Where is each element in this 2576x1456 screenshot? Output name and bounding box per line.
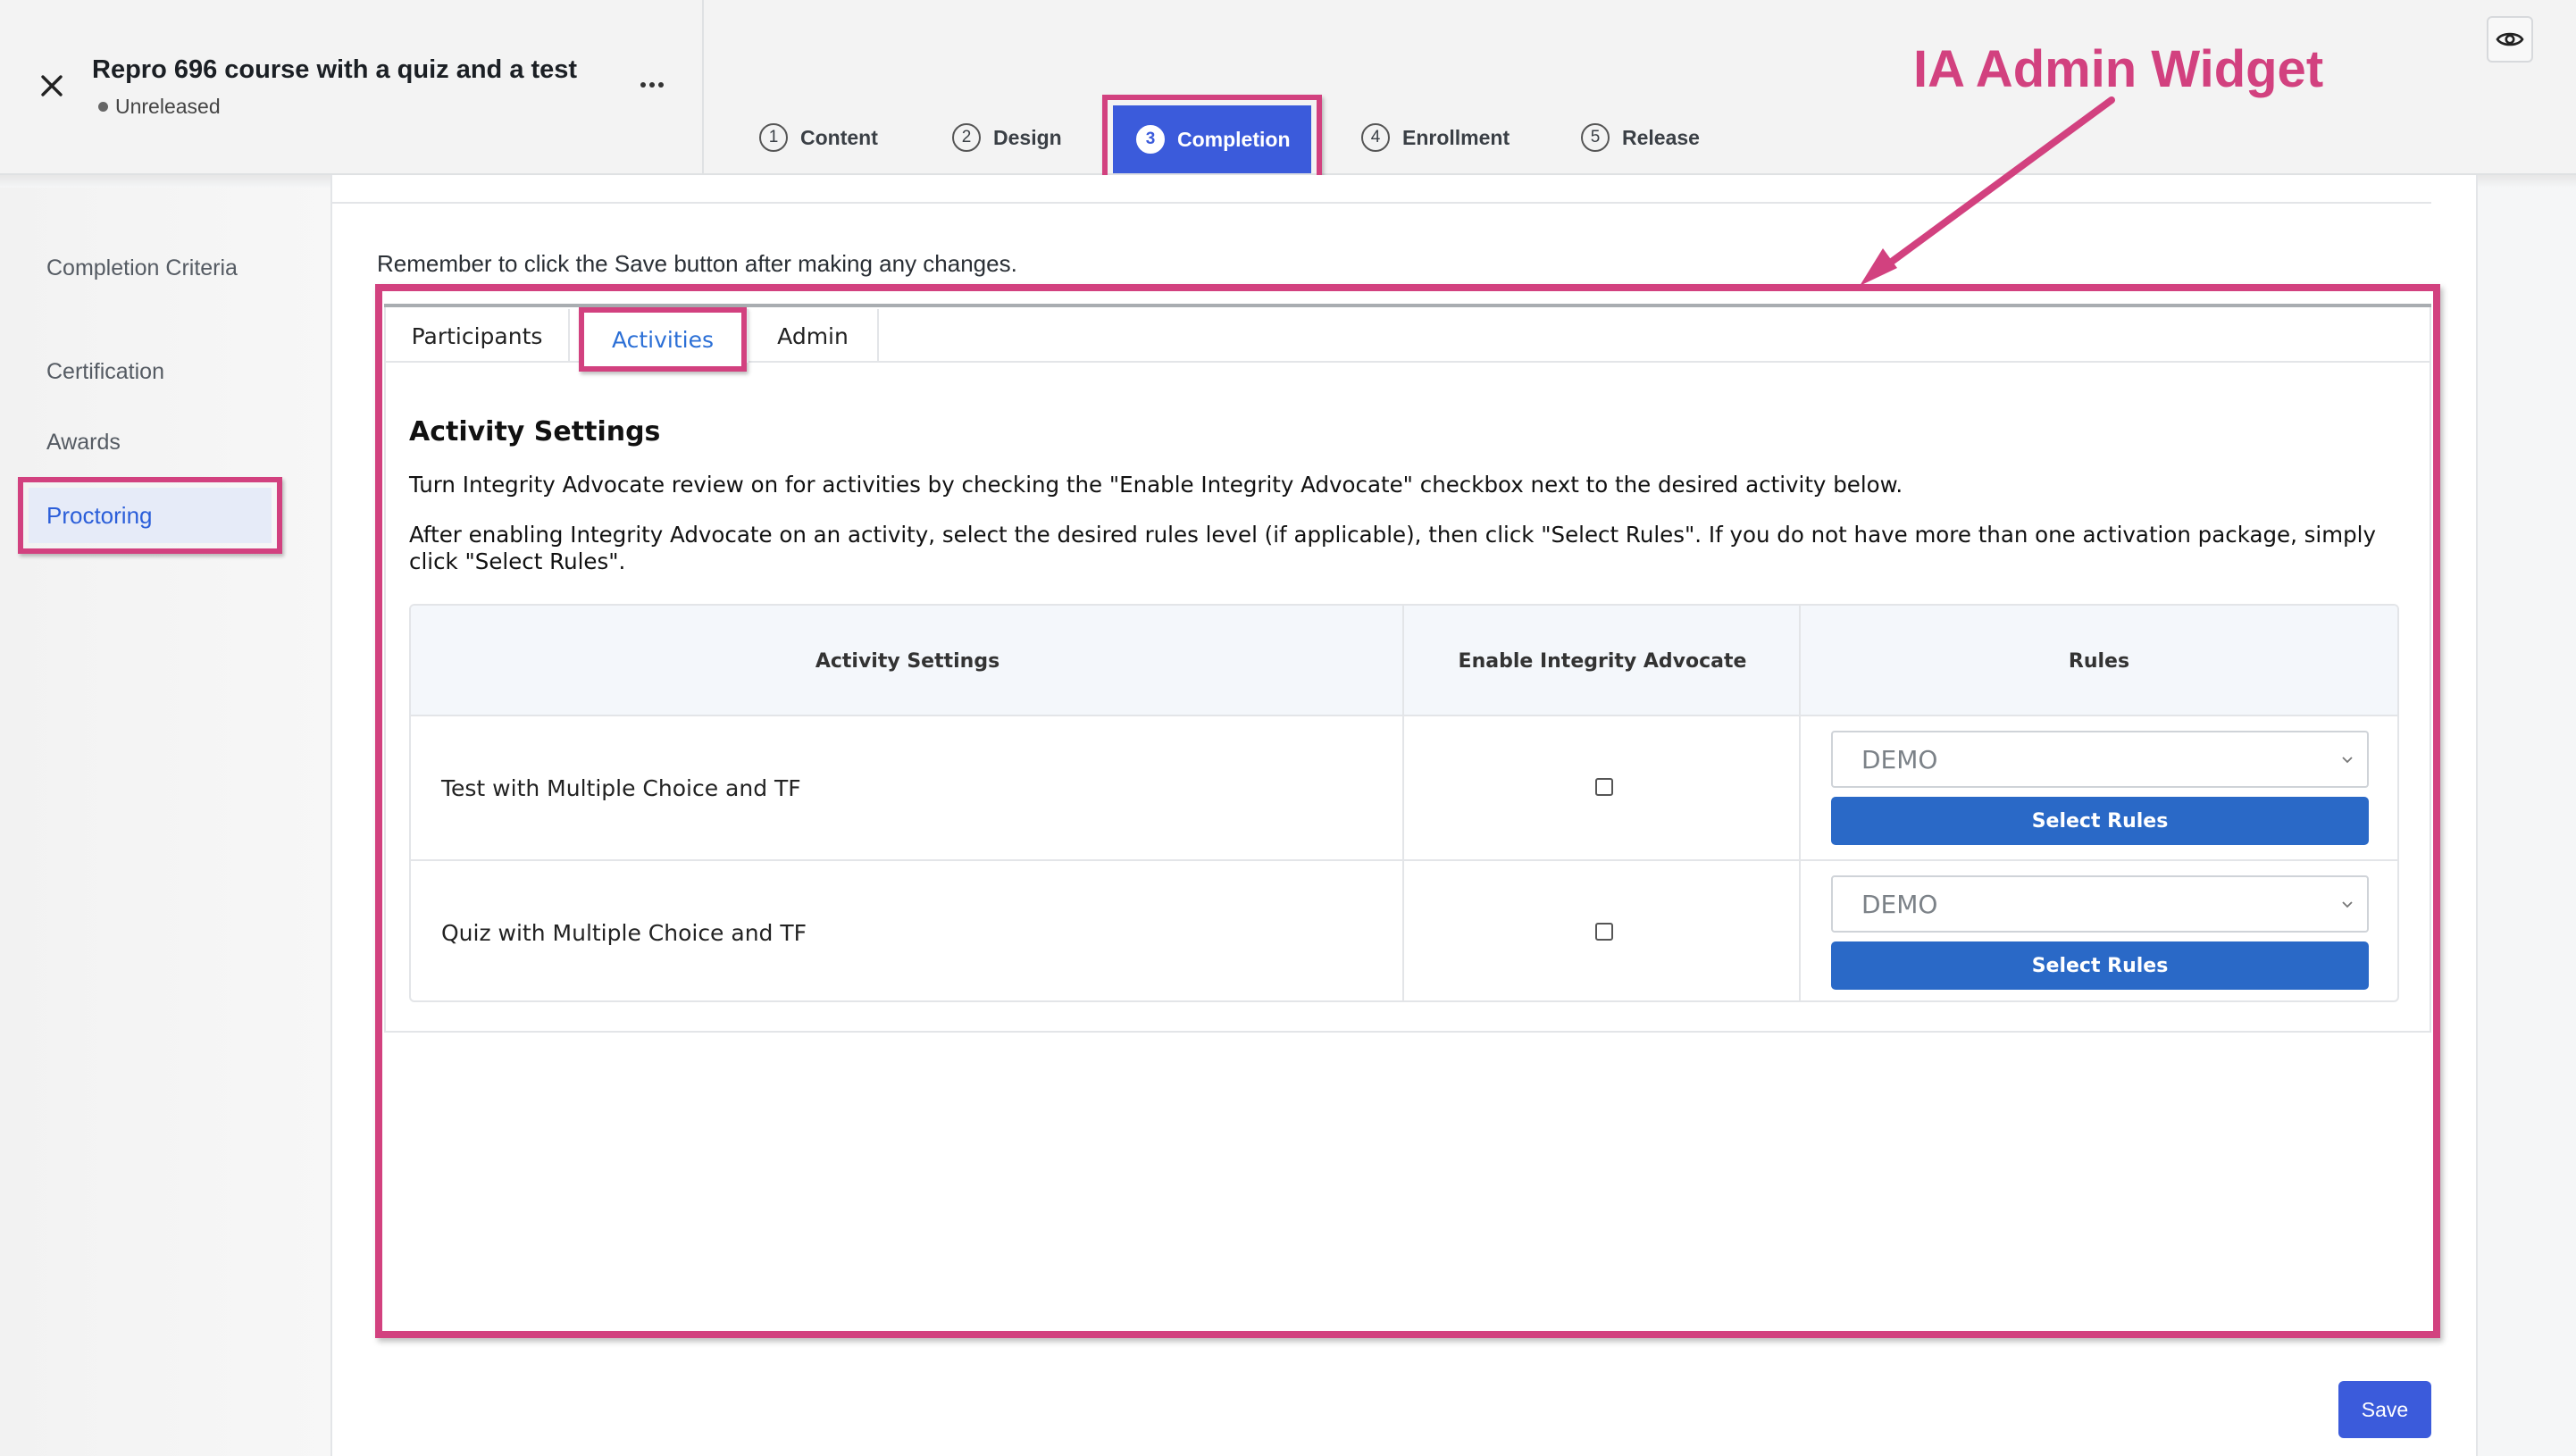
rules-select[interactable]: DEMO [1831,731,2369,788]
sidebar-item-completion-criteria[interactable]: Completion Criteria [46,252,243,285]
table-row: Quiz with Multiple Choice and TF DEMO Se… [411,859,2397,1000]
enable-ia-checkbox[interactable] [1595,778,1613,796]
activity-table: Activity Settings Enable Integrity Advoc… [409,604,2399,1002]
sidebar-item-certification[interactable]: Certification [46,356,164,389]
course-title: Repro 696 course with a quiz and a test [92,55,578,84]
rules-select-value: DEMO [1861,889,1938,919]
select-rules-button[interactable]: Select Rules [1831,797,2369,845]
annotation-title: IA Admin Widget [1913,40,2324,98]
column-divider [1799,606,1801,1000]
more-icon [640,82,646,88]
step-release[interactable]: 5 Release [1581,121,1700,154]
activity-name: Test with Multiple Choice and TF [441,774,801,801]
preview-button[interactable] [2487,16,2533,63]
enable-ia-checkbox[interactable] [1595,923,1613,941]
step-completion[interactable]: 3 Completion [1113,105,1311,173]
save-reminder: Remember to click the Save button after … [377,250,1017,277]
table-row: Test with Multiple Choice and TF DEMO Se… [411,716,2397,859]
instruction-paragraph-1: Turn Integrity Advocate review on for ac… [409,472,1903,498]
header-enable-integrity-advocate: Enable Integrity Advocate [1458,649,1747,673]
chevron-down-icon [2342,901,2353,908]
tab-activities[interactable]: Activities [584,313,741,366]
step-design[interactable]: 2 Design [952,121,1062,154]
instruction-paragraph-2: After enabling Integrity Advocate on an … [409,522,2376,574]
rules-select-value: DEMO [1861,744,1938,774]
header-rules: Rules [2068,649,2130,673]
activity-name: Quiz with Multiple Choice and TF [441,919,807,946]
sidebar-item-proctoring[interactable]: Proctoring [29,488,272,543]
course-status: Unreleased [98,95,221,119]
close-icon [41,75,63,96]
more-options-button[interactable] [634,71,670,98]
main-divider [330,202,2431,204]
status-dot [98,102,108,112]
tab-participants[interactable]: Participants [386,309,570,363]
status-text: Unreleased [115,95,221,118]
header-divider [702,0,704,175]
tab-admin[interactable]: Admin [747,309,879,363]
header-activity-settings: Activity Settings [815,649,1000,673]
chevron-down-icon [2342,757,2353,764]
rules-select[interactable]: DEMO [1831,875,2369,933]
step-content[interactable]: 1 Content [759,121,878,154]
eye-icon [2496,32,2524,46]
close-button[interactable] [32,66,71,105]
sidebar-item-awards[interactable]: Awards [46,426,121,459]
column-divider [1402,606,1404,1000]
section-title: Activity Settings [409,416,661,448]
step-enrollment[interactable]: 4 Enrollment [1361,121,1510,154]
select-rules-button[interactable]: Select Rules [1831,941,2369,990]
table-header: Activity Settings Enable Integrity Advoc… [411,606,2397,716]
save-button[interactable]: Save [2338,1381,2431,1438]
